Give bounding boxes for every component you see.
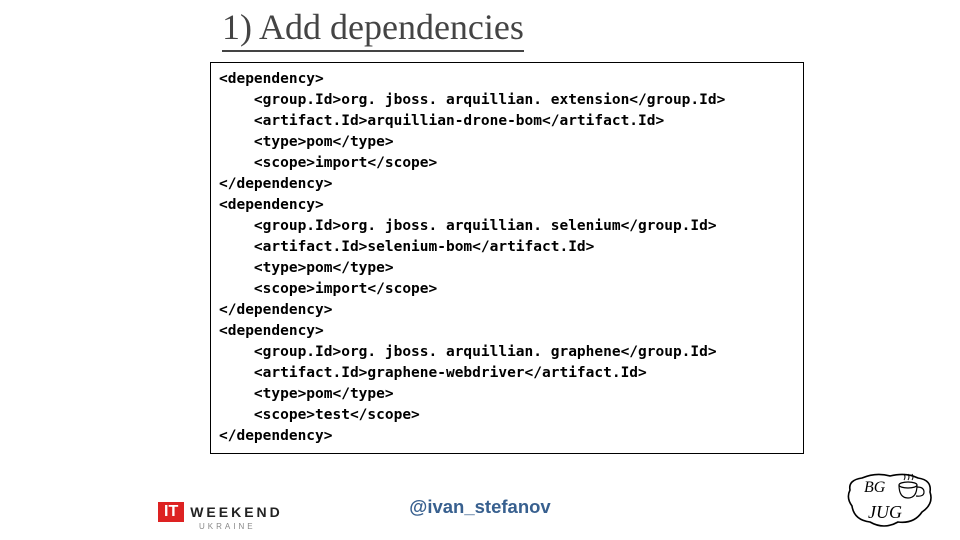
- jug-text: JUG: [868, 502, 902, 522]
- slide: 1) Add dependencies <dependency> <group.…: [0, 0, 960, 540]
- twitter-handle: @ivan_stefanov: [0, 496, 960, 518]
- bgjug-logo: BG JUG: [844, 468, 936, 532]
- ukraine-text: UKRAINE: [199, 522, 256, 531]
- bg-text: BG: [864, 479, 886, 496]
- slide-title: 1) Add dependencies: [222, 6, 524, 52]
- code-block: <dependency> <group.Id>org. jboss. arqui…: [210, 62, 804, 454]
